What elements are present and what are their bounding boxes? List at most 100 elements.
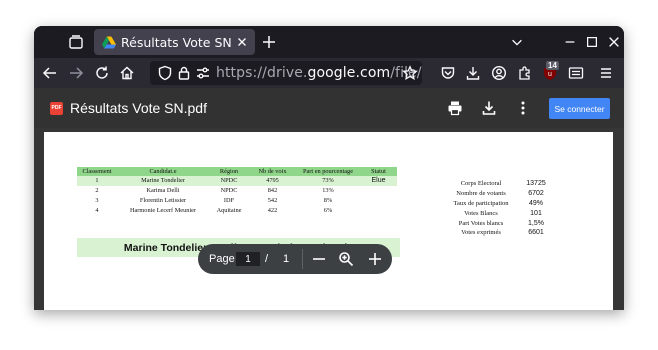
stat-label: Corps Electoral [460, 180, 502, 188]
stat-value: 1,5% [528, 219, 544, 227]
controls-divider [302, 249, 303, 269]
cell-rank: 1 [77, 176, 117, 186]
cell-status [360, 196, 397, 206]
stat-value: 13725 [526, 180, 546, 188]
reader-view-icon[interactable] [568, 65, 584, 81]
col-header-status: Statut [360, 167, 397, 176]
cell-region: IDF [223, 196, 235, 204]
forward-icon[interactable] [68, 65, 84, 81]
extensions-icon[interactable] [517, 65, 533, 81]
account-icon[interactable] [491, 65, 507, 81]
list-all-tabs-icon[interactable] [510, 35, 524, 49]
stat-label: Votes Blancs [464, 209, 498, 217]
cell-candidate: Harmonie Lecerf Meunier [129, 206, 197, 214]
permissions-icon[interactable] [195, 65, 211, 81]
pdf-page: Classement Candidat.e Région Nb de voix … [44, 132, 613, 310]
col-header-candidate: Candidat.e [117, 167, 209, 176]
stat-row: Part Votes blancs 1,5% [444, 218, 554, 228]
svg-text:u: u [548, 71, 552, 78]
stat-label: Nombre de votants [456, 190, 506, 198]
print-icon[interactable] [447, 100, 463, 116]
zoom-out-icon[interactable] [311, 251, 327, 267]
tab-title: Résultats Vote SN.pdf [121, 34, 231, 50]
pdf-file-icon: PDF [50, 102, 63, 115]
pocket-icon[interactable] [440, 65, 456, 81]
cell-status [360, 205, 397, 215]
sign-in-button[interactable]: Se connecter [549, 98, 610, 119]
tracking-shield-icon[interactable] [157, 65, 173, 81]
stat-value: 49% [528, 199, 543, 207]
cell-rank: 3 [95, 196, 99, 204]
cell-candidate: Florentin Letissier [139, 196, 187, 204]
cell-votes: 422 [267, 206, 278, 214]
cell-region: NPDC [209, 176, 249, 186]
cell-percentage: 13% [322, 187, 334, 195]
cell-percentage: 6% [323, 206, 333, 214]
download-icon[interactable] [481, 100, 497, 116]
stat-label: Part Votes blancs [458, 219, 504, 227]
stat-row: Taux de participation 49% [444, 199, 554, 209]
stat-value: 101 [530, 209, 542, 217]
cell-votes: 4795 [249, 176, 296, 186]
url-text: https://drive.google.com/file/d/1 [216, 65, 422, 81]
close-window-icon[interactable] [607, 35, 621, 49]
reload-icon[interactable] [94, 65, 110, 81]
col-header-region: Région [209, 167, 249, 176]
new-tab-icon[interactable] [261, 34, 277, 50]
address-bar[interactable]: https://drive.google.com/file/d/1 [150, 61, 422, 85]
zoom-fit-icon[interactable] [338, 251, 354, 267]
table-row: 2 Karima Delli NPDC 842 13% [77, 186, 397, 196]
cell-status [360, 186, 397, 196]
active-tab[interactable]: Résultats Vote SN.pdf [94, 29, 255, 55]
menu-icon[interactable] [598, 65, 614, 81]
col-header-votes: Nb de voix [249, 167, 296, 176]
pdf-viewer: Classement Candidat.e Région Nb de voix … [34, 128, 624, 310]
page-number-input[interactable] [236, 252, 260, 266]
col-header-rank: Classement [77, 167, 117, 176]
stat-row: Nombre de votants 6702 [444, 189, 554, 199]
cell-rank: 2 [95, 187, 99, 195]
cell-rank: 4 [95, 206, 99, 214]
bookmark-star-icon[interactable] [402, 65, 418, 81]
stat-row: Votes Blancs 101 [444, 208, 554, 218]
extension-badge: 14 [546, 61, 559, 70]
stat-row: Votes exprimés 6601 [444, 228, 554, 238]
cell-percentage: 8% [323, 196, 333, 204]
cell-candidate: Karima Delli [146, 187, 180, 195]
home-icon[interactable] [119, 65, 135, 81]
tab-bar: Résultats Vote SN.pdf [34, 26, 624, 58]
minimize-icon[interactable] [563, 35, 577, 49]
page-controls: Page / 1 [198, 244, 392, 274]
zoom-in-icon[interactable] [367, 251, 383, 267]
cell-region: Aquitaine [216, 206, 242, 214]
maximize-icon[interactable] [585, 35, 599, 49]
cell-status: Elue [360, 176, 397, 186]
page-separator: / [265, 253, 269, 265]
cell-votes: 542 [267, 196, 278, 204]
stat-label: Votes exprimés [461, 229, 501, 237]
close-tab-icon[interactable] [235, 35, 249, 49]
cell-region: NPDC [220, 187, 238, 195]
stat-value: 6601 [528, 229, 544, 237]
table-row: 1 Marine Tondelier NPDC 4795 73% Elue [77, 176, 397, 186]
statistics-table: Corps Electoral 13725 Nombre de votants … [444, 179, 554, 238]
drive-viewer-header: PDF Résultats Vote SN.pdf Se connecter [34, 88, 624, 128]
page-total: 1 [283, 253, 290, 265]
document-title: Résultats Vote SN.pdf [70, 100, 207, 116]
cell-votes: 842 [267, 187, 278, 195]
cell-candidate: Marine Tondelier [117, 176, 209, 186]
back-icon[interactable] [42, 65, 58, 81]
col-header-percentage: Part en pourcentage [296, 167, 360, 176]
lock-icon[interactable] [176, 65, 192, 81]
google-drive-icon [102, 36, 116, 48]
table-row: 3 Florentin Letissier IDF 542 8% [77, 196, 397, 206]
downloads-icon[interactable] [465, 65, 481, 81]
stat-row: Corps Electoral 13725 [444, 179, 554, 189]
results-table: Classement Candidat.e Région Nb de voix … [77, 167, 397, 215]
page-label: Page [209, 253, 235, 265]
table-header-row: Classement Candidat.e Région Nb de voix … [77, 167, 397, 176]
tab-list-icon[interactable] [68, 34, 84, 50]
stat-value: 6702 [528, 190, 544, 198]
more-options-icon[interactable] [515, 100, 531, 116]
navigation-bar: https://drive.google.com/file/d/1 u 14 [34, 58, 624, 88]
